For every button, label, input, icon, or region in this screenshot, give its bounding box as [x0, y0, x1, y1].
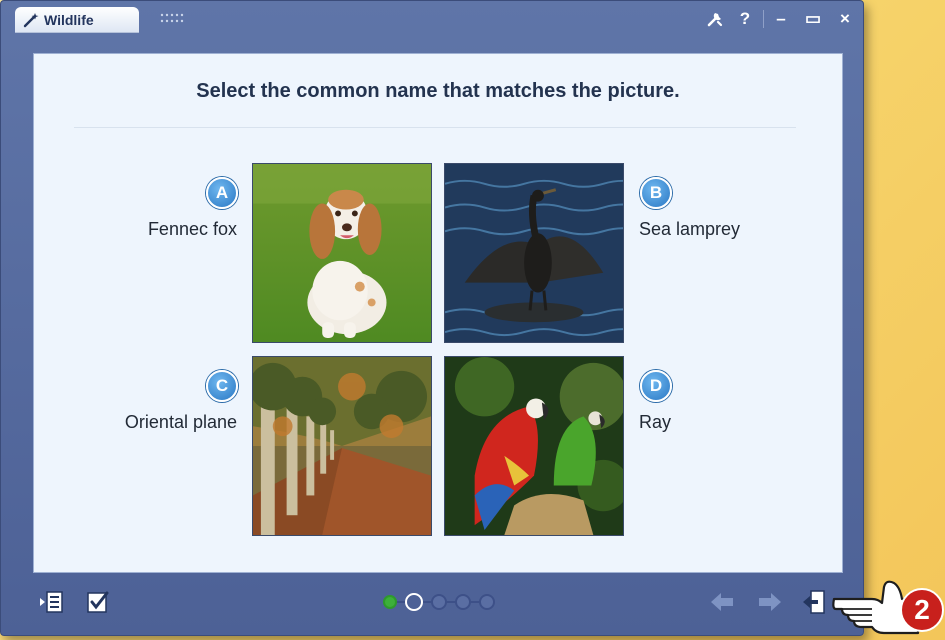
step-number-badge: 2	[900, 588, 944, 632]
app-title: Wildlife	[44, 12, 94, 28]
choice-b-photo[interactable]	[444, 163, 624, 343]
macaw-parrots-image	[445, 357, 623, 535]
choice-d-label[interactable]: Ray	[639, 412, 671, 433]
grip-icon[interactable]	[159, 12, 185, 24]
choice-c-label[interactable]: Oriental plane	[125, 412, 237, 433]
list-icon	[40, 591, 63, 613]
close-button[interactable]: ×	[833, 8, 857, 30]
progress-indicator	[381, 593, 501, 611]
back-button[interactable]	[709, 589, 735, 615]
progress-dot-1	[383, 595, 397, 609]
choice-c-badge[interactable]: C	[206, 370, 238, 402]
choice-a-photo[interactable]	[252, 163, 432, 343]
progress-dot-2	[405, 593, 423, 611]
back-arrow-icon	[711, 593, 733, 611]
choice-d-badge[interactable]: D	[640, 370, 672, 402]
tree-lined-path-image	[253, 357, 431, 535]
checkmark-edit-icon	[87, 591, 109, 613]
wand-icon	[23, 13, 39, 28]
exit-icon	[803, 590, 825, 614]
tools-icon	[707, 13, 723, 27]
choice-a-label[interactable]: Fennec fox	[148, 219, 237, 240]
cormorant-image	[445, 164, 623, 342]
progress-dot-3	[431, 594, 447, 610]
choice-a-badge[interactable]: A	[206, 177, 238, 209]
choice-b-badge[interactable]: B	[640, 177, 672, 209]
minimize-button[interactable]: –	[769, 8, 793, 30]
titlebar-separator	[763, 10, 764, 28]
forward-arrow-icon	[759, 593, 781, 611]
app-window: Wildlife ? – ▭ × Select the common name …	[0, 0, 864, 636]
app-tab[interactable]: Wildlife	[15, 7, 139, 33]
contents-button[interactable]	[39, 589, 65, 615]
spaniel-dog-image	[253, 164, 431, 342]
progress-dot-5	[479, 594, 495, 610]
forward-button[interactable]	[757, 589, 783, 615]
choice-b-label[interactable]: Sea lamprey	[639, 219, 740, 240]
divider	[74, 127, 796, 128]
question-prompt: Select the common name that matches the …	[196, 80, 680, 102]
exit-button[interactable]	[801, 589, 827, 615]
check-answer-button[interactable]	[85, 589, 111, 615]
maximize-button[interactable]: ▭	[801, 8, 825, 30]
tools-button[interactable]	[703, 8, 727, 30]
title-bar: Wildlife ? – ▭ ×	[1, 1, 863, 35]
choice-d-photo[interactable]	[444, 356, 624, 536]
progress-dot-4	[455, 594, 471, 610]
choice-c-photo[interactable]	[252, 356, 432, 536]
help-button[interactable]: ?	[733, 8, 757, 30]
question-panel: Select the common name that matches the …	[33, 53, 843, 573]
